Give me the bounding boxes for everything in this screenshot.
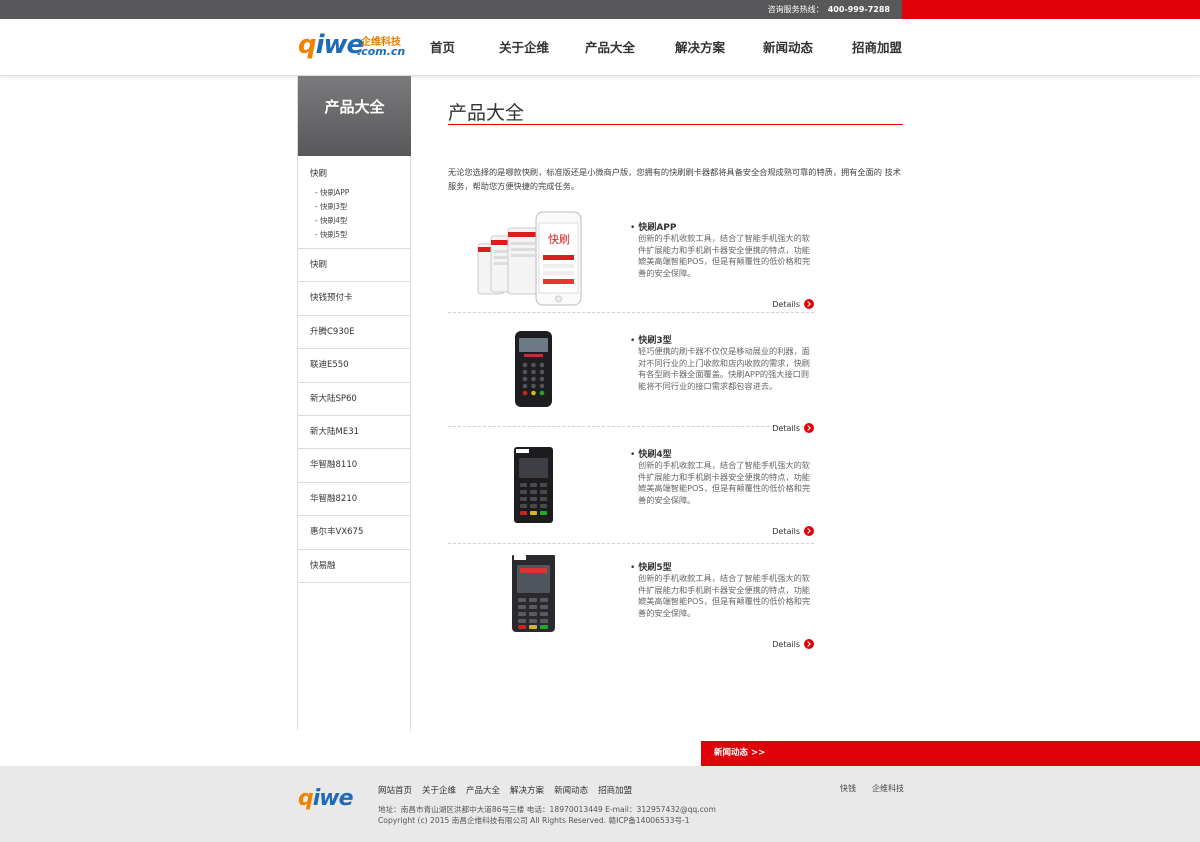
product-name[interactable]: 快刷APP [630, 220, 676, 233]
sidebar-item-8210[interactable]: 华智融8210 [298, 483, 410, 517]
details-link[interactable]: Details [772, 526, 814, 536]
details-label: Details [772, 639, 800, 649]
footer-copyright: Copyright (c) 2015 南昌企维科技有限公司 All Rights… [378, 816, 690, 825]
sidebar-subitem-3[interactable]: - 快刷3型 [310, 200, 410, 214]
details-label: Details [772, 423, 800, 433]
svg-text:快刷: 快刷 [548, 233, 570, 246]
main-nav: 首页 关于企维 产品大全 解决方案 新闻动态 招商加盟 [430, 19, 922, 76]
sidebar-item-c930e[interactable]: 升腾C930E [298, 316, 410, 350]
details-link[interactable]: Details [772, 423, 814, 433]
product-card: 快刷3型 轻巧便携的刷卡器不仅仅是移动展业的利器，面对不同行业的上门收款和店内收… [448, 325, 814, 433]
footer-info: 地址：南昌市青山湖区洪都中大道86号三楼 电话：18970013449 E-ma… [378, 804, 716, 826]
arrow-right-icon [804, 639, 814, 649]
intro-text: 无论您选择的是哪款快刷，标准版还是小微商户版，您拥有的快刷刷卡器都将具备安全合规… [448, 167, 901, 191]
hotline-label: 咨询服务热线： [767, 5, 824, 14]
nav-join[interactable]: 招商加盟 [852, 19, 922, 76]
page-title: 产品大全 [448, 102, 525, 124]
sidebar-item-sp60[interactable]: 新大陆SP60 [298, 383, 410, 416]
product-image-5[interactable] [448, 549, 623, 655]
sidebar-border-right [410, 76, 411, 731]
footer-logo: qiwe [298, 786, 354, 811]
hotline: 咨询服务热线： 400-999-7288 [768, 0, 890, 19]
footer: qiwe 网站首页 关于企维 产品大全 解决方案 新闻动态 招商加盟 地址：南昌… [0, 766, 1200, 842]
top-bar-accent [902, 0, 1200, 19]
header: qiwe 企维科技 .com.cn 首页 关于企维 产品大全 解决方案 新闻动态… [0, 19, 1200, 76]
sidebar-item-8110[interactable]: 华智融8110 [298, 449, 410, 483]
news-bar: 新闻动态 >> [0, 741, 1200, 766]
product-desc: 创新的手机收款工具，结合了智能手机强大的软件扩展能力和手机刷卡器安全便携的特点，… [638, 573, 811, 618]
footer-link-qiwe[interactable]: 企维科技 [872, 783, 904, 794]
news-bar-accent [701, 741, 1200, 766]
product-card: 快刷5型 创新的手机收款工具，结合了智能手机强大的软件扩展能力和手机刷卡器安全便… [448, 549, 814, 655]
sidebar-group: 快刷 - 快刷APP - 快刷3型 - 快刷4型 - 快刷5型 [298, 156, 410, 249]
footer-nav-solutions[interactable]: 解决方案 [510, 784, 544, 796]
footer-link-kuaiqian[interactable]: 快钱 [840, 783, 856, 794]
footer-nav-join[interactable]: 招商加盟 [598, 784, 632, 796]
details-label: Details [772, 526, 800, 536]
sidebar-title: 产品大全 [298, 76, 411, 156]
sidebar-item-me31[interactable]: 新大陆ME31 [298, 416, 410, 450]
product-name[interactable]: 快刷4型 [630, 447, 671, 460]
details-link[interactable]: Details [772, 299, 814, 309]
product-card: 快刷4型 创新的手机收款工具，结合了智能手机强大的软件扩展能力和手机刷卡器安全便… [448, 441, 814, 544]
hotline-number: 400-999-7288 [827, 5, 890, 14]
footer-nav-products[interactable]: 产品大全 [466, 784, 500, 796]
logo-mark: qiwe [298, 30, 364, 60]
top-bar: 咨询服务热线： 400-999-7288 [0, 0, 1200, 19]
news-link[interactable]: 新闻动态 >> [714, 741, 765, 766]
sidebar-subitem-4[interactable]: - 快刷4型 [310, 214, 410, 228]
arrow-right-icon [804, 526, 814, 536]
arrow-right-icon [804, 299, 814, 309]
product-image-3[interactable] [448, 325, 623, 425]
details-label: Details [772, 299, 800, 309]
product-image-app[interactable]: 快刷 [448, 210, 623, 310]
sidebar-item-e550[interactable]: 联迪E550 [298, 349, 410, 383]
details-link[interactable]: Details [772, 639, 814, 649]
sidebar-subitem-5[interactable]: - 快刷5型 [310, 228, 410, 242]
footer-nav-about[interactable]: 关于企维 [422, 784, 456, 796]
product-image-4[interactable] [448, 441, 623, 541]
nav-about[interactable]: 关于企维 [499, 19, 585, 76]
sidebar-item-vx675[interactable]: 惠尔丰VX675 [298, 516, 410, 550]
footer-nav: 网站首页 关于企维 产品大全 解决方案 新闻动态 招商加盟 [378, 784, 632, 796]
sidebar-item-kuaiyirong[interactable]: 快易融 [298, 550, 410, 583]
product-desc: 创新的手机收款工具，结合了智能手机强大的软件扩展能力和手机刷卡器安全便携的特点，… [638, 233, 811, 278]
logo[interactable]: qiwe 企维科技 .com.cn [298, 30, 413, 68]
title-divider [448, 124, 903, 125]
sidebar: 快刷 - 快刷APP - 快刷3型 - 快刷4型 - 快刷5型 快刷 快钱预付卡… [298, 156, 410, 583]
product-name[interactable]: 快刷3型 [630, 333, 671, 346]
arrow-right-icon [804, 423, 814, 433]
product-desc: 轻巧便携的刷卡器不仅仅是移动展业的利器，面对不同行业的上门收款和店内收款的需求，… [638, 346, 810, 391]
sidebar-item-kuaishua[interactable]: 快刷 [298, 249, 410, 283]
footer-nav-news[interactable]: 新闻动态 [554, 784, 588, 796]
nav-solutions[interactable]: 解决方案 [675, 19, 763, 76]
product-desc: 创新的手机收款工具，结合了智能手机强大的软件扩展能力和手机刷卡器安全便携的特点，… [638, 460, 811, 505]
nav-news[interactable]: 新闻动态 [763, 19, 852, 76]
footer-links: 快钱 企维科技 [840, 783, 904, 794]
product-name[interactable]: 快刷5型 [630, 560, 671, 573]
footer-nav-home[interactable]: 网站首页 [378, 784, 412, 796]
logo-domain: .com.cn [357, 45, 406, 58]
footer-address: 地址：南昌市青山湖区洪都中大道86号三楼 电话：18970013449 E-ma… [378, 805, 716, 814]
nav-products[interactable]: 产品大全 [585, 19, 675, 76]
sidebar-item-prepaid[interactable]: 快钱预付卡 [298, 282, 410, 316]
nav-home[interactable]: 首页 [430, 19, 485, 76]
sidebar-subitem-app[interactable]: - 快刷APP [310, 186, 410, 200]
product-card: 快刷 快刷APP 创新的手机收款工具，结合了智能手机强大的软件扩展能力和手机刷卡… [448, 210, 814, 313]
sidebar-group-title[interactable]: 快刷 [310, 167, 410, 186]
